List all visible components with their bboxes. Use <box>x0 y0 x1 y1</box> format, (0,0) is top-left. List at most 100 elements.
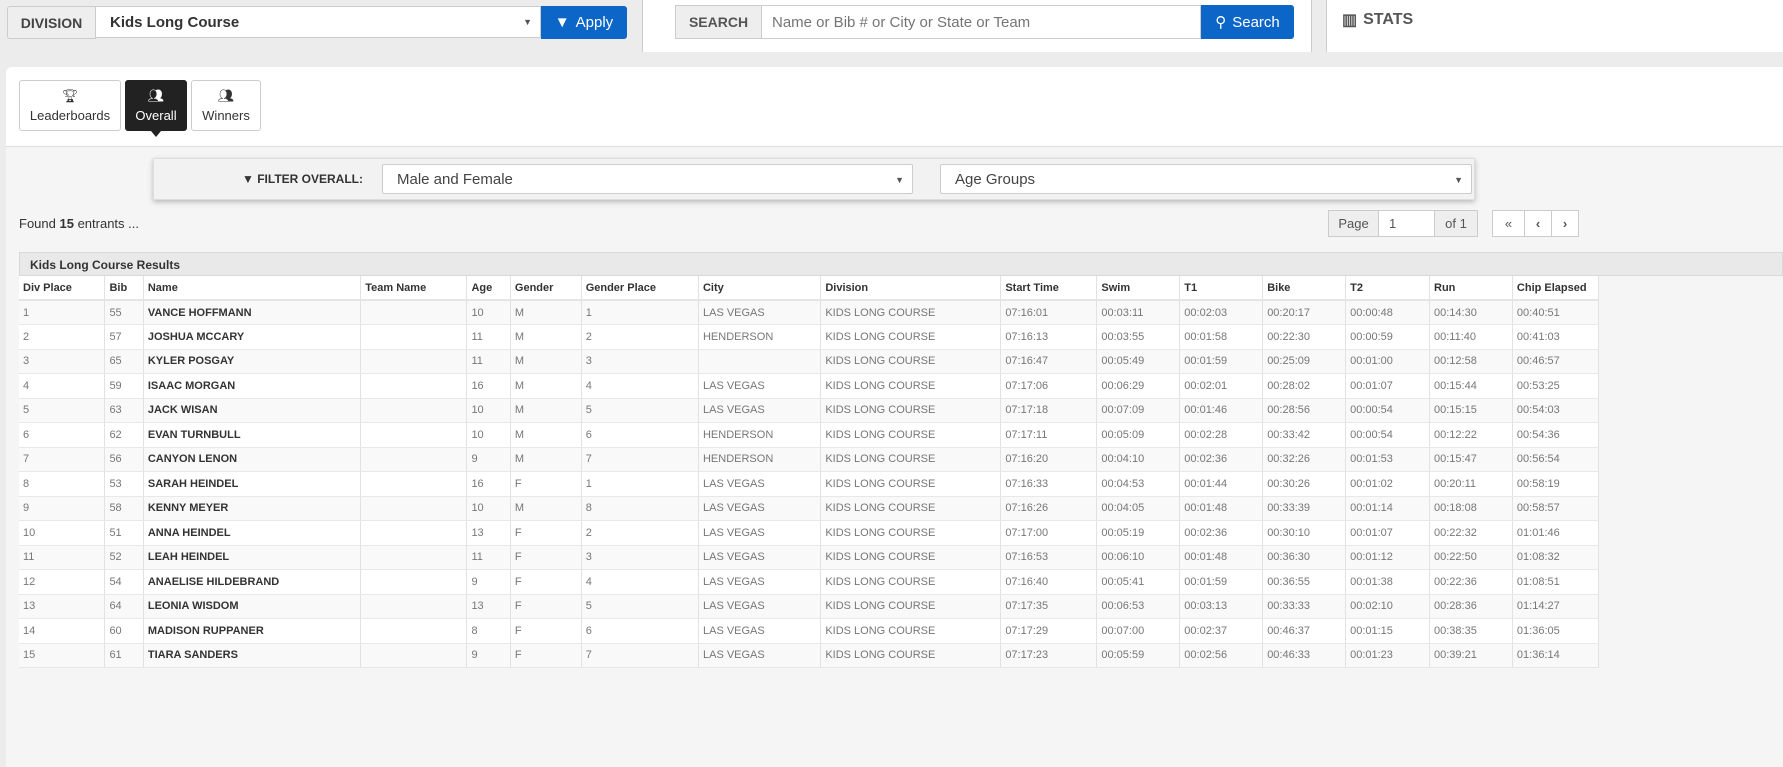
athlete-name[interactable]: JACK WISAN <box>143 398 362 423</box>
column-header[interactable]: Bike <box>1262 276 1347 301</box>
athlete-name[interactable]: VANCE HOFFMANN <box>143 300 362 325</box>
table-cell: KIDS LONG COURSE <box>820 373 1002 399</box>
table-cell: 9 <box>466 569 511 595</box>
column-header[interactable]: Chip Elapsed <box>1512 276 1600 301</box>
table-cell: 9 <box>466 447 511 472</box>
athlete-name[interactable]: ANAELISE HILDEBRAND <box>143 569 362 595</box>
table-cell: KIDS LONG COURSE <box>820 545 1002 570</box>
table-cell: 00:03:11 <box>1096 300 1181 325</box>
table-row[interactable]: 2 57 JOSHUA MCCARY 11 M 2 HENDERSON KIDS LONG C… <box>19 324 1600 350</box>
table-cell: 00:01:48 <box>1179 545 1264 570</box>
table-cell: 53 <box>104 471 144 497</box>
table-cell: M <box>510 447 582 472</box>
prev-page-button[interactable]: ‹ <box>1524 210 1552 237</box>
athlete-name[interactable]: ISAAC MORGAN <box>143 373 362 399</box>
table-cell: 07:16:33 <box>1000 471 1098 497</box>
table-cell: 00:02:36 <box>1179 520 1264 546</box>
table-row[interactable]: 6 62 EVAN TURNBULL 10 M 6 HENDERSON KIDS LONG C… <box>19 422 1600 448</box>
table-row[interactable]: 8 53 SARAH HEINDEL 16 F 1 LAS VEGAS KIDS LONG C… <box>19 471 1600 497</box>
table-cell: 00:02:36 <box>1179 447 1264 472</box>
table-cell: 00:18:08 <box>1429 496 1513 521</box>
column-header[interactable]: City <box>698 276 822 301</box>
tab-winners[interactable]: 👥︎ Winners <box>191 80 261 131</box>
column-header[interactable]: Div Place <box>19 276 106 301</box>
table-row[interactable]: 12 54 ANAELISE HILDEBRAND 9 F 4 LAS VEGAS KIDS … <box>19 569 1600 595</box>
table-cell: 13 <box>466 594 511 619</box>
column-header[interactable]: Bib <box>104 276 144 301</box>
table-cell: 00:00:54 <box>1345 398 1431 423</box>
table-cell: 62 <box>104 422 144 448</box>
table-row[interactable]: 10 51 ANNA HEINDEL 13 F 2 LAS VEGAS KIDS LONG C… <box>19 520 1600 546</box>
table-row[interactable]: 1 55 VANCE HOFFMANN 10 M 1 LAS VEGAS KIDS LONG … <box>19 300 1600 325</box>
age-group-select[interactable]: Age Groups ▼ <box>940 164 1472 194</box>
table-cell: 07:16:53 <box>1000 545 1098 570</box>
table-cell: 00:33:42 <box>1262 422 1347 448</box>
bar-chart-icon: ▥ <box>1342 12 1358 29</box>
table-cell: 00:01:15 <box>1345 618 1431 644</box>
table-cell: 15 <box>19 643 106 668</box>
page-label: Page <box>1328 210 1379 237</box>
athlete-name[interactable]: MADISON RUPPANER <box>143 618 362 644</box>
column-header[interactable]: Team Name <box>360 276 468 301</box>
first-page-button[interactable]: « <box>1492 210 1525 237</box>
column-header[interactable]: Swim <box>1096 276 1181 301</box>
table-row[interactable]: 13 64 LEONIA WISDOM 13 F 5 LAS VEGAS KIDS LONG … <box>19 594 1600 619</box>
table-row[interactable]: 7 56 CANYON LENON 9 M 7 HENDERSON KIDS LONG COU… <box>19 447 1600 472</box>
athlete-name[interactable]: CANYON LENON <box>143 447 362 472</box>
tab-overall[interactable]: 👥︎ Overall <box>125 80 187 131</box>
search-button[interactable]: ⚲ Search <box>1201 5 1294 39</box>
stats-label: STATS <box>1363 11 1414 28</box>
table-cell: 7 <box>581 643 699 668</box>
stats-link[interactable]: ▥ STATS <box>1342 10 1413 30</box>
table-row[interactable]: 11 52 LEAH HEINDEL 11 F 3 LAS VEGAS KIDS LONG C… <box>19 545 1600 570</box>
table-row[interactable]: 9 58 KENNY MEYER 10 M 8 LAS VEGAS KIDS LONG COU… <box>19 496 1600 521</box>
table-cell: 54 <box>104 569 144 595</box>
table-row[interactable]: 5 63 JACK WISAN 10 M 5 LAS VEGAS KIDS LONG COUR… <box>19 398 1600 423</box>
table-cell: 00:40:51 <box>1512 300 1600 325</box>
tab-leaderboards[interactable]: 🏆︎ Leaderboards <box>19 80 121 131</box>
athlete-name[interactable]: TIARA SANDERS <box>143 643 362 668</box>
search-input[interactable] <box>761 5 1201 39</box>
column-header[interactable]: Age <box>466 276 511 301</box>
gender-select[interactable]: Male and Female ▼ <box>382 164 913 194</box>
table-cell: 11 <box>19 545 106 570</box>
column-header[interactable]: Start Time <box>1000 276 1098 301</box>
division-select[interactable]: Kids Long Course ▼ <box>95 6 541 38</box>
athlete-name[interactable]: KENNY MEYER <box>143 496 362 521</box>
search-icon: ⚲ <box>1215 14 1227 31</box>
table-cell: 00:30:26 <box>1262 471 1347 497</box>
column-header[interactable]: T2 <box>1345 276 1431 301</box>
column-header[interactable]: T1 <box>1179 276 1264 301</box>
found-count: Found 15 entrants ... <box>19 216 139 231</box>
athlete-name[interactable]: KYLER POSGAY <box>143 349 362 374</box>
column-header[interactable]: Gender <box>510 276 582 301</box>
next-page-button[interactable]: › <box>1551 210 1579 237</box>
gender-value: Male and Female <box>397 171 513 188</box>
table-row[interactable]: 15 61 TIARA SANDERS 9 F 7 LAS VEGAS KIDS LONG C… <box>19 643 1600 668</box>
table-cell: F <box>510 594 582 619</box>
table-cell: 3 <box>19 349 106 374</box>
athlete-name[interactable]: EVAN TURNBULL <box>143 422 362 448</box>
table-row[interactable]: 4 59 ISAAC MORGAN 16 M 4 LAS VEGAS KIDS LONG CO… <box>19 373 1600 399</box>
table-cell <box>360 594 468 619</box>
table-cell: 00:15:15 <box>1429 398 1513 423</box>
column-header[interactable]: Run <box>1429 276 1513 301</box>
table-cell: 5 <box>581 594 699 619</box>
column-header[interactable]: Name <box>143 276 362 301</box>
page-input[interactable] <box>1378 210 1435 237</box>
column-header[interactable]: Division <box>820 276 1002 301</box>
table-row[interactable]: 3 65 KYLER POSGAY 11 M 3 KIDS LONG COURSE 07:16… <box>19 349 1600 374</box>
apply-button[interactable]: ▼ Apply <box>541 6 627 39</box>
athlete-name[interactable]: LEAH HEINDEL <box>143 545 362 570</box>
column-header[interactable]: Gender Place <box>581 276 699 301</box>
table-row[interactable]: 14 60 MADISON RUPPANER 8 F 6 LAS VEGAS KIDS LON… <box>19 618 1600 644</box>
table-cell: 00:36:30 <box>1262 545 1347 570</box>
athlete-name[interactable]: JOSHUA MCCARY <box>143 324 362 350</box>
athlete-name[interactable]: SARAH HEINDEL <box>143 471 362 497</box>
table-cell <box>360 447 468 472</box>
athlete-name[interactable]: LEONIA WISDOM <box>143 594 362 619</box>
found-number: 15 <box>59 216 74 231</box>
table-cell: 07:17:11 <box>1000 422 1098 448</box>
table-cell: KIDS LONG COURSE <box>820 349 1002 374</box>
athlete-name[interactable]: ANNA HEINDEL <box>143 520 362 546</box>
